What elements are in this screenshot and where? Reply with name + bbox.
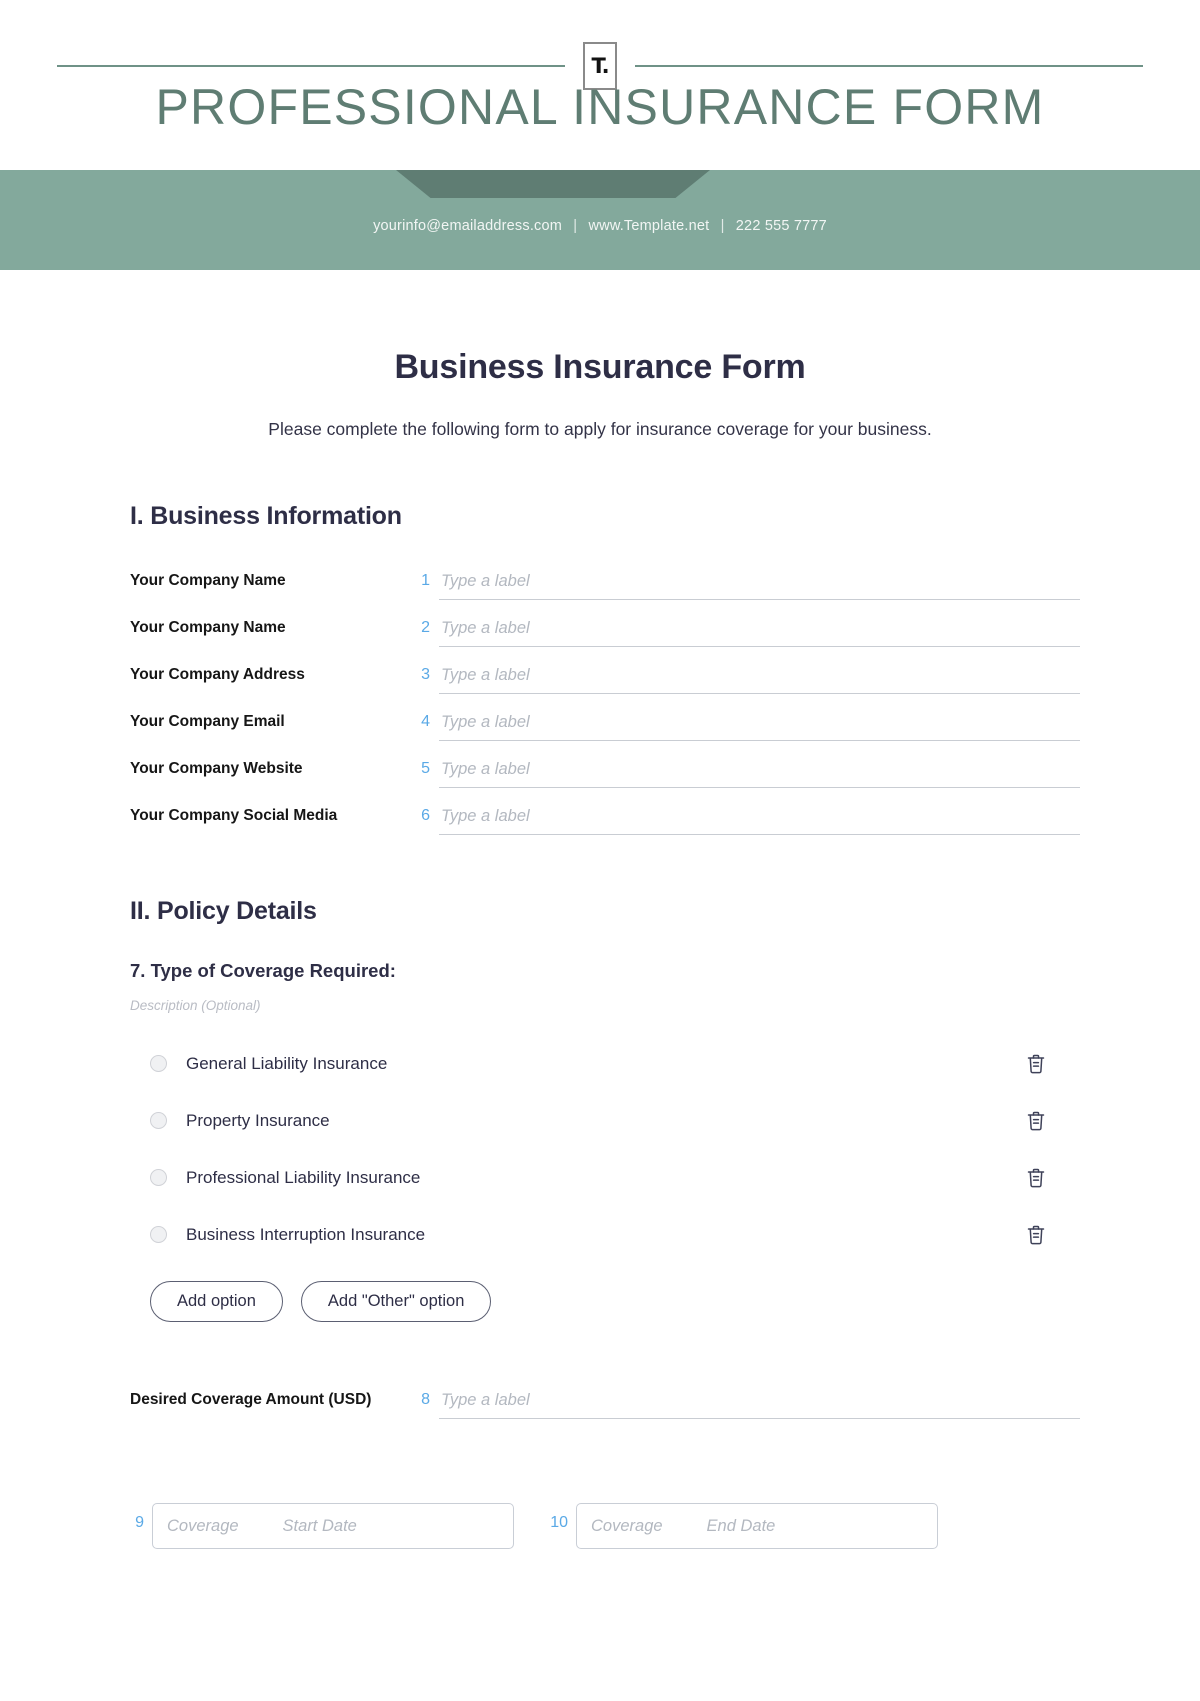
field-row-company-email: Your Company Email 4 Type a label bbox=[120, 704, 1080, 741]
form-title: Business Insurance Form bbox=[394, 348, 806, 386]
field-row-company-social-media: Your Company Social Media 6 Type a label bbox=[120, 798, 1080, 835]
trash-icon[interactable] bbox=[1023, 1222, 1049, 1248]
field-label: Your Company Name bbox=[130, 619, 286, 636]
coverage-date-row: 9 Coverage Start Date 10 Coverage End Da… bbox=[120, 1503, 1080, 1549]
radio-general-liability[interactable] bbox=[150, 1055, 167, 1072]
divider-line-left bbox=[57, 65, 565, 67]
contact-band: yourinfo@emailaddress.com | www.Template… bbox=[0, 170, 1200, 270]
radio-professional-liability[interactable] bbox=[150, 1169, 167, 1186]
field-label: Your Company Social Media bbox=[130, 807, 338, 824]
company-address-input[interactable]: Type a label bbox=[439, 657, 1080, 694]
trash-icon[interactable] bbox=[1023, 1051, 1049, 1077]
option-row-property-insurance[interactable]: Property Insurance bbox=[130, 1092, 1080, 1149]
question-description-input[interactable]: Description (Optional) bbox=[130, 998, 1080, 1013]
option-row-business-interruption[interactable]: Business Interruption Insurance bbox=[130, 1206, 1080, 1263]
field-number: 6 bbox=[421, 807, 430, 824]
coverage-end-date-cell: 10 Coverage End Date bbox=[544, 1503, 938, 1549]
radio-business-interruption[interactable] bbox=[150, 1226, 167, 1243]
contact-website: www.Template.net bbox=[588, 218, 710, 234]
company-email-input[interactable]: Type a label bbox=[439, 704, 1080, 741]
field-number: 3 bbox=[421, 666, 430, 683]
field-label: Your Company Name bbox=[130, 572, 286, 589]
contact-info: yourinfo@emailaddress.com | www.Template… bbox=[0, 218, 1200, 234]
field-row-company-name-1: Your Company Name 1 Type a label bbox=[120, 563, 1080, 600]
field-row-desired-coverage-amount: Desired Coverage Amount (USD) 8 Type a l… bbox=[120, 1382, 1080, 1419]
contact-email: yourinfo@emailaddress.com bbox=[373, 218, 563, 234]
field-row-company-website: Your Company Website 5 Type a label bbox=[120, 751, 1080, 788]
option-label: Business Interruption Insurance bbox=[186, 1224, 426, 1244]
question-title: 7. Type of Coverage Required: bbox=[130, 960, 396, 981]
coverage-start-date-cell: 9 Coverage Start Date bbox=[120, 1503, 514, 1549]
coverage-options-list: General Liability Insurance Property Ins… bbox=[130, 1035, 1080, 1263]
policy-details-fields: Desired Coverage Amount (USD) 8 Type a l… bbox=[120, 1382, 1080, 1419]
field-label: Desired Coverage Amount (USD) bbox=[130, 1391, 372, 1408]
trash-icon[interactable] bbox=[1023, 1165, 1049, 1191]
trash-icon[interactable] bbox=[1023, 1108, 1049, 1134]
section-heading-policy-details: II. Policy Details bbox=[130, 897, 317, 925]
option-label: General Liability Insurance bbox=[186, 1053, 388, 1073]
option-label: Property Insurance bbox=[186, 1110, 330, 1130]
company-website-input[interactable]: Type a label bbox=[439, 751, 1080, 788]
option-row-general-liability[interactable]: General Liability Insurance bbox=[130, 1035, 1080, 1092]
document-body: Business Insurance Form Please complete … bbox=[0, 348, 1200, 1549]
add-other-option-button[interactable]: Add "Other" option bbox=[300, 1281, 492, 1322]
coverage-end-date-input[interactable]: Coverage End Date bbox=[576, 1503, 938, 1549]
form-subtitle: Please complete the following form to ap… bbox=[268, 419, 932, 439]
coverage-end-date-placeholder: End Date bbox=[706, 1516, 776, 1535]
business-information-fields: Your Company Name 1 Type a label Your Co… bbox=[120, 563, 1080, 835]
coverage-end-date-label: Coverage bbox=[591, 1516, 663, 1535]
coverage-start-date-input[interactable]: Coverage Start Date bbox=[152, 1503, 514, 1549]
company-social-media-input[interactable]: Type a label bbox=[439, 798, 1080, 835]
field-number: 8 bbox=[421, 1391, 430, 1408]
contact-separator-1: | bbox=[573, 218, 578, 234]
field-row-company-name-2: Your Company Name 2 Type a label bbox=[120, 610, 1080, 647]
option-row-professional-liability[interactable]: Professional Liability Insurance bbox=[130, 1149, 1080, 1206]
desired-coverage-amount-input[interactable]: Type a label bbox=[439, 1382, 1080, 1419]
field-label: Your Company Address bbox=[130, 666, 305, 683]
field-number: 2 bbox=[421, 619, 430, 636]
field-number: 4 bbox=[421, 713, 430, 730]
field-number: 1 bbox=[421, 572, 430, 589]
field-row-company-address: Your Company Address 3 Type a label bbox=[120, 657, 1080, 694]
add-option-button[interactable]: Add option bbox=[150, 1281, 283, 1322]
radio-property-insurance[interactable] bbox=[150, 1112, 167, 1129]
letterhead: T. PROFESSIONAL INSURANCE FORM bbox=[0, 0, 1200, 170]
letterhead-title: PROFESSIONAL INSURANCE FORM bbox=[155, 79, 1045, 135]
contact-separator-2: | bbox=[720, 218, 725, 234]
contact-phone: 222 555 7777 bbox=[735, 218, 827, 234]
company-name-2-input[interactable]: Type a label bbox=[439, 610, 1080, 647]
divider-line-right bbox=[635, 65, 1143, 67]
field-number: 10 bbox=[550, 1514, 568, 1531]
question-coverage-type: 7. Type of Coverage Required: Descriptio… bbox=[120, 960, 1080, 1322]
section-heading-business-information: I. Business Information bbox=[130, 502, 402, 530]
band-tab-shape bbox=[396, 170, 710, 198]
field-label: Your Company Email bbox=[130, 713, 285, 730]
option-action-buttons: Add option Add "Other" option bbox=[130, 1281, 1080, 1322]
field-number: 5 bbox=[421, 760, 430, 777]
company-name-1-input[interactable]: Type a label bbox=[439, 563, 1080, 600]
coverage-start-date-placeholder: Start Date bbox=[282, 1516, 357, 1535]
field-label: Your Company Website bbox=[130, 760, 303, 777]
coverage-start-date-label: Coverage bbox=[167, 1516, 239, 1535]
option-label: Professional Liability Insurance bbox=[186, 1167, 421, 1187]
field-number: 9 bbox=[135, 1514, 144, 1531]
